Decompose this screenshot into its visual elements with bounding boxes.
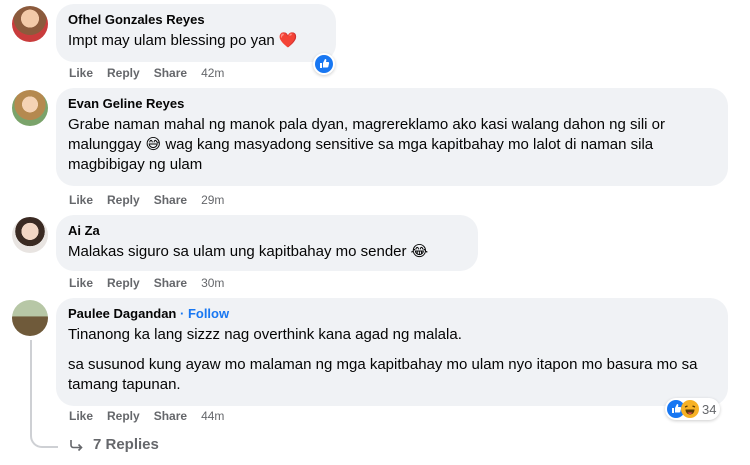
avatar[interactable] bbox=[12, 217, 48, 253]
comment-paragraph: Grabe naman mahal ng manok pala dyan, ma… bbox=[68, 116, 666, 173]
comment-bubble: Ofhel Gonzales Reyes Impt may ulam bless… bbox=[56, 4, 336, 62]
reaction-badge[interactable]: 34 bbox=[665, 398, 721, 420]
comment-actions: Like Reply Share 42m bbox=[69, 66, 224, 80]
reply-button[interactable]: Reply bbox=[107, 409, 140, 423]
comment-text: Grabe naman mahal ng manok pala dyan, ma… bbox=[68, 115, 716, 175]
timestamp[interactable]: 29m bbox=[201, 193, 224, 207]
share-button[interactable]: Share bbox=[154, 66, 187, 80]
comment-paragraph: Tinanong ka lang sizzz nag overthink kan… bbox=[68, 326, 462, 343]
comment-bubble: Paulee Dagandan · Follow Tinanong ka lan… bbox=[56, 298, 728, 406]
reaction-count: 34 bbox=[702, 401, 717, 417]
comment-actions: Like Reply Share 29m bbox=[69, 193, 224, 207]
comment-text: Malakas siguro sa ulam ung kapitbahay mo… bbox=[68, 242, 466, 262]
avatar[interactable] bbox=[12, 90, 48, 126]
share-button[interactable]: Share bbox=[154, 193, 187, 207]
like-button[interactable]: Like bbox=[69, 193, 93, 207]
avatar[interactable] bbox=[12, 300, 48, 336]
comment-paragraph: sa susunod kung ayaw mo malaman ng mga k… bbox=[68, 356, 698, 393]
comment-paragraph: Malakas siguro sa ulam ung kapitbahay mo… bbox=[68, 243, 429, 260]
comment-author[interactable]: Paulee Dagandan bbox=[68, 306, 176, 321]
reply-arrow-icon bbox=[70, 439, 83, 451]
comment-text: Tinanong ka lang sizzz nag overthink kan… bbox=[68, 325, 716, 395]
thread-line bbox=[30, 340, 32, 432]
reply-button[interactable]: Reply bbox=[107, 276, 140, 290]
timestamp[interactable]: 42m bbox=[201, 66, 224, 80]
comment-author[interactable]: Ofhel Gonzales Reyes bbox=[68, 12, 324, 28]
comment-actions: Like Reply Share 44m bbox=[69, 409, 224, 423]
like-button[interactable]: Like bbox=[69, 276, 93, 290]
thread-connector bbox=[30, 430, 58, 448]
like-reaction-icon bbox=[315, 55, 333, 73]
view-replies-button[interactable]: 7 Replies bbox=[69, 436, 159, 453]
comment-paragraph: Impt may ulam blessing po yan ❤️ bbox=[68, 32, 298, 49]
timestamp[interactable]: 30m bbox=[201, 276, 224, 290]
reaction-badge[interactable] bbox=[313, 53, 335, 75]
share-button[interactable]: Share bbox=[154, 409, 187, 423]
reply-button[interactable]: Reply bbox=[107, 66, 140, 80]
follow-button[interactable]: · Follow bbox=[180, 306, 229, 321]
comment-bubble: Evan Geline Reyes Grabe naman mahal ng m… bbox=[56, 88, 728, 186]
replies-label[interactable]: 7 Replies bbox=[93, 436, 159, 453]
comment-author[interactable]: Ai Za bbox=[68, 223, 466, 239]
timestamp[interactable]: 44m bbox=[201, 409, 224, 423]
comment-actions: Like Reply Share 30m bbox=[69, 276, 224, 290]
like-button[interactable]: Like bbox=[69, 66, 93, 80]
reply-button[interactable]: Reply bbox=[107, 193, 140, 207]
haha-reaction-icon bbox=[681, 400, 699, 418]
comment-text: Impt may ulam blessing po yan ❤️ bbox=[68, 31, 324, 51]
comment-author-line: Paulee Dagandan · Follow bbox=[68, 306, 716, 322]
comment-bubble: Ai Za Malakas siguro sa ulam ung kapitba… bbox=[56, 215, 478, 271]
comment-author[interactable]: Evan Geline Reyes bbox=[68, 96, 716, 112]
share-button[interactable]: Share bbox=[154, 276, 187, 290]
like-button[interactable]: Like bbox=[69, 409, 93, 423]
avatar[interactable] bbox=[12, 6, 48, 42]
